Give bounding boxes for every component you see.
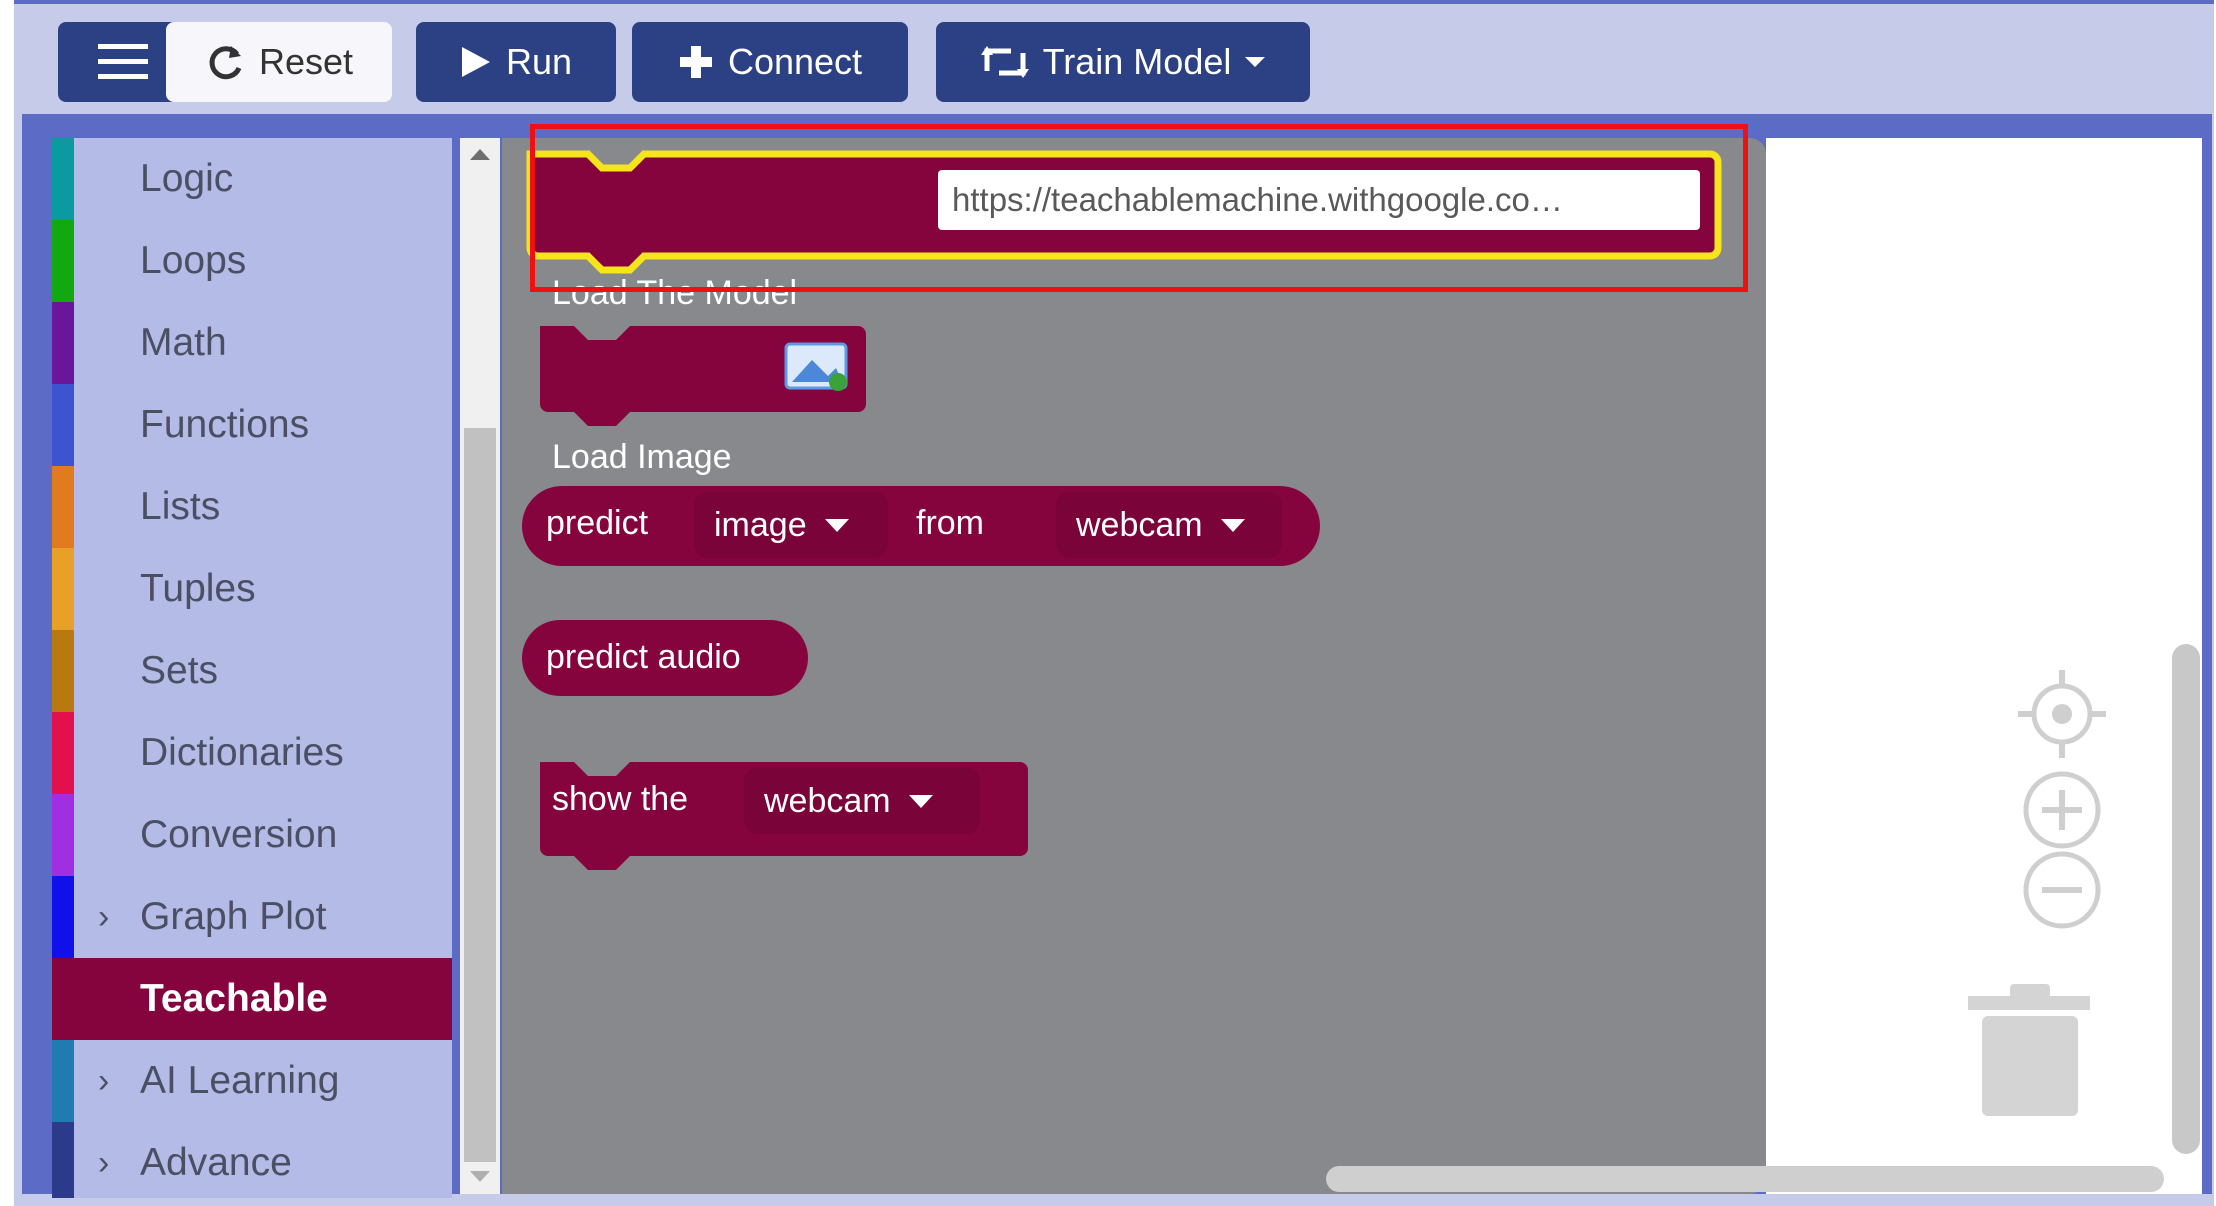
predict-audio-label: predict audio xyxy=(546,638,741,676)
predict-source-value: image xyxy=(714,505,807,544)
toolbar: Reset Run Connect Train Model xyxy=(14,4,2214,114)
predict-label: predict xyxy=(546,504,649,542)
run-button[interactable]: Run xyxy=(416,22,616,102)
show-device-value: webcam xyxy=(764,781,891,820)
load-image-block[interactable] xyxy=(540,326,866,426)
workspace-area: Logic Loops Math Functions Lists Tuples Sets Di… xyxy=(22,114,2212,1198)
reset-label: Reset xyxy=(258,41,354,82)
highlight-box xyxy=(530,124,1748,292)
play-icon xyxy=(461,47,490,77)
refresh-icon xyxy=(209,46,242,80)
predict-source-dropdown[interactable]: image xyxy=(694,492,888,558)
trash-icon[interactable] xyxy=(1962,980,2102,1120)
train-model-label: Train Model xyxy=(1042,41,1232,82)
zoom-out-icon[interactable] xyxy=(2012,848,2112,932)
plus-icon xyxy=(679,46,712,78)
connect-button[interactable]: Connect xyxy=(632,22,908,102)
caret-down-icon xyxy=(908,794,933,808)
run-label: Run xyxy=(505,41,573,82)
connect-label: Connect xyxy=(727,41,863,82)
predict-device-value: webcam xyxy=(1076,505,1203,544)
from-label: from xyxy=(916,504,984,542)
workspace-vertical-scrollbar[interactable] xyxy=(2172,644,2200,1154)
recenter-icon[interactable] xyxy=(2012,664,2112,764)
show-the-label: show the xyxy=(552,780,689,818)
caret-down-icon xyxy=(824,518,849,532)
reset-button[interactable]: Reset xyxy=(166,22,392,102)
caret-down-icon xyxy=(1245,57,1266,67)
load-image-label: Load Image xyxy=(552,438,732,476)
retweet-icon xyxy=(980,46,1029,78)
workspace-horizontal-scrollbar[interactable] xyxy=(1326,1166,2164,1192)
app-frame: Reset Run Connect Train Model Logic Loop… xyxy=(14,0,2214,1206)
show-device-dropdown[interactable]: webcam xyxy=(744,768,980,834)
train-model-dropdown[interactable]: Train Model xyxy=(936,22,1310,102)
predict-device-dropdown[interactable]: webcam xyxy=(1056,492,1282,558)
zoom-in-icon[interactable] xyxy=(2012,768,2112,852)
caret-down-icon xyxy=(1220,518,1245,532)
hamburger-icon xyxy=(98,44,148,79)
